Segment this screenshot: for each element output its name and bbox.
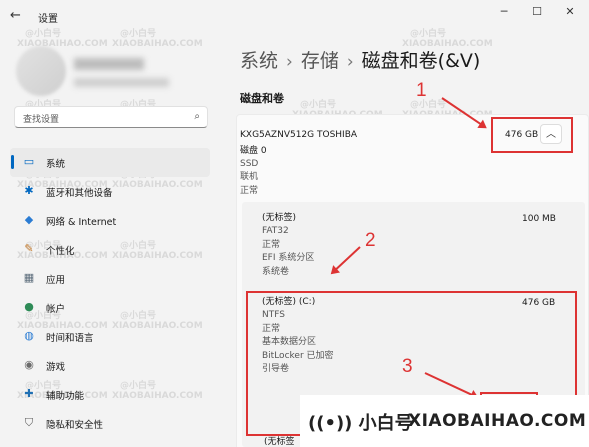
sidebar-item-6[interactable]: ◍ 时间和语言 — [10, 322, 210, 351]
sidebar-item-label: 个性化 — [46, 246, 75, 257]
partition-role: 系统卷 — [262, 266, 290, 277]
sidebar-item-8[interactable]: ✚ 辅助功能 — [10, 380, 210, 409]
partition-type: EFI 系统分区 — [262, 253, 315, 264]
sidebar-item-3[interactable]: ✎ 个性化 — [10, 235, 210, 264]
gamepad-icon: ◉ — [24, 358, 34, 371]
sidebar-item-label: 游戏 — [46, 362, 66, 373]
sidebar-item-label: 蓝牙和其他设备 — [46, 188, 113, 199]
partition-size: 100 MB — [522, 214, 556, 224]
arrow-left-icon[interactable]: ← — [10, 8, 26, 24]
annotation-number-1: 1 — [416, 80, 427, 101]
shield-icon: ⛉ — [24, 416, 34, 429]
title-bar: ← 设置 ─ ☐ ✕ — [0, 0, 589, 32]
disk-model: KXG5AZNV512G TOSHIBA — [240, 130, 358, 140]
sidebar-item-label: 隐私和安全性 — [46, 420, 104, 431]
sidebar-item-7[interactable]: ◉ 游戏 — [10, 351, 210, 380]
brush-icon: ✎ — [24, 242, 34, 255]
section-title: 磁盘和卷 — [240, 92, 284, 105]
user-name-blurred — [74, 58, 144, 70]
annotation-number-2: 2 — [365, 230, 376, 251]
sidebar-item-9[interactable]: ⛉ 隐私和安全性 — [10, 409, 210, 438]
breadcrumb-item-system[interactable]: 系统 — [240, 50, 278, 72]
sidebar-item-label: 网络 & Internet — [46, 217, 117, 228]
disk-type: SSD — [240, 159, 259, 170]
search-placeholder: 查找设置 — [23, 115, 60, 125]
brand-banner: ((•)) 小白号 XIAOBAIHAO.COM — [300, 395, 589, 447]
breadcrumb-item-storage[interactable]: 存储 — [301, 50, 339, 72]
annotation-number-3: 3 — [402, 356, 413, 377]
person-icon: ● — [24, 300, 34, 313]
sidebar-nav: ▭ 系统 ✱ 蓝牙和其他设备 ◆ 网络 & Internet ✎ 个性化 ▦ 应用 ● 帐户 ◍ 时间和语… — [10, 148, 210, 438]
maximize-button[interactable]: ☐ — [525, 5, 549, 19]
monitor-icon: ▭ — [23, 155, 35, 168]
sidebar-item-2[interactable]: ◆ 网络 & Internet — [10, 206, 210, 235]
partition-fs: FAT32 — [262, 226, 289, 237]
sidebar-item-label: 应用 — [46, 275, 66, 286]
brand-text: XIAOBAIHAO.COM — [408, 411, 587, 431]
sidebar-item-4[interactable]: ▦ 应用 — [10, 264, 210, 293]
partition-label: (无标签) — [262, 213, 297, 223]
breadcrumb-separator: › — [286, 52, 293, 72]
sidebar-item-label: 辅助功能 — [46, 391, 85, 402]
close-button[interactable]: ✕ — [558, 5, 582, 19]
sidebar-item-0[interactable]: ▭ 系统 — [10, 148, 210, 177]
sidebar-item-label: 时间和语言 — [46, 333, 94, 344]
annotation-box-disk-size — [491, 117, 573, 153]
app-title: 设置 — [38, 14, 58, 25]
disk-name: 磁盘 0 — [240, 146, 267, 156]
broadcast-icon: ((•)) 小白号 — [308, 413, 413, 434]
partition-efi[interactable]: (无标签) FAT32 正常 EFI 系统分区 系统卷 — [262, 212, 314, 279]
user-profile[interactable] — [16, 46, 181, 100]
disk-status-health: 正常 — [240, 185, 259, 196]
search-icon: ⌕ — [194, 111, 200, 122]
breadcrumb: 系统 › 存储 › 磁盘和卷(&V) — [240, 46, 480, 73]
apps-icon: ▦ — [23, 271, 35, 284]
sidebar-item-1[interactable]: ✱ 蓝牙和其他设备 — [10, 177, 210, 206]
globe-clock-icon: ◍ — [24, 329, 34, 342]
disk-info: 磁盘 0 SSD 联机 正常 — [240, 145, 267, 198]
search-input[interactable]: 查找设置 ⌕ — [14, 106, 208, 128]
bluetooth-icon: ✱ — [24, 184, 34, 197]
sidebar-item-label: 系统 — [46, 159, 66, 170]
user-email-blurred — [74, 78, 169, 87]
accessibility-icon: ✚ — [24, 387, 34, 400]
partition-status: 正常 — [262, 239, 281, 250]
page-title: 磁盘和卷(&V) — [361, 50, 481, 72]
breadcrumb-separator: › — [346, 52, 354, 72]
sidebar-item-label: 帐户 — [46, 304, 66, 315]
avatar — [16, 46, 66, 96]
sidebar-item-5[interactable]: ● 帐户 — [10, 293, 210, 322]
active-indicator — [11, 155, 14, 169]
wifi-icon: ◆ — [24, 213, 34, 226]
disk-status-online: 联机 — [240, 172, 259, 183]
minimize-button[interactable]: ─ — [492, 5, 516, 19]
